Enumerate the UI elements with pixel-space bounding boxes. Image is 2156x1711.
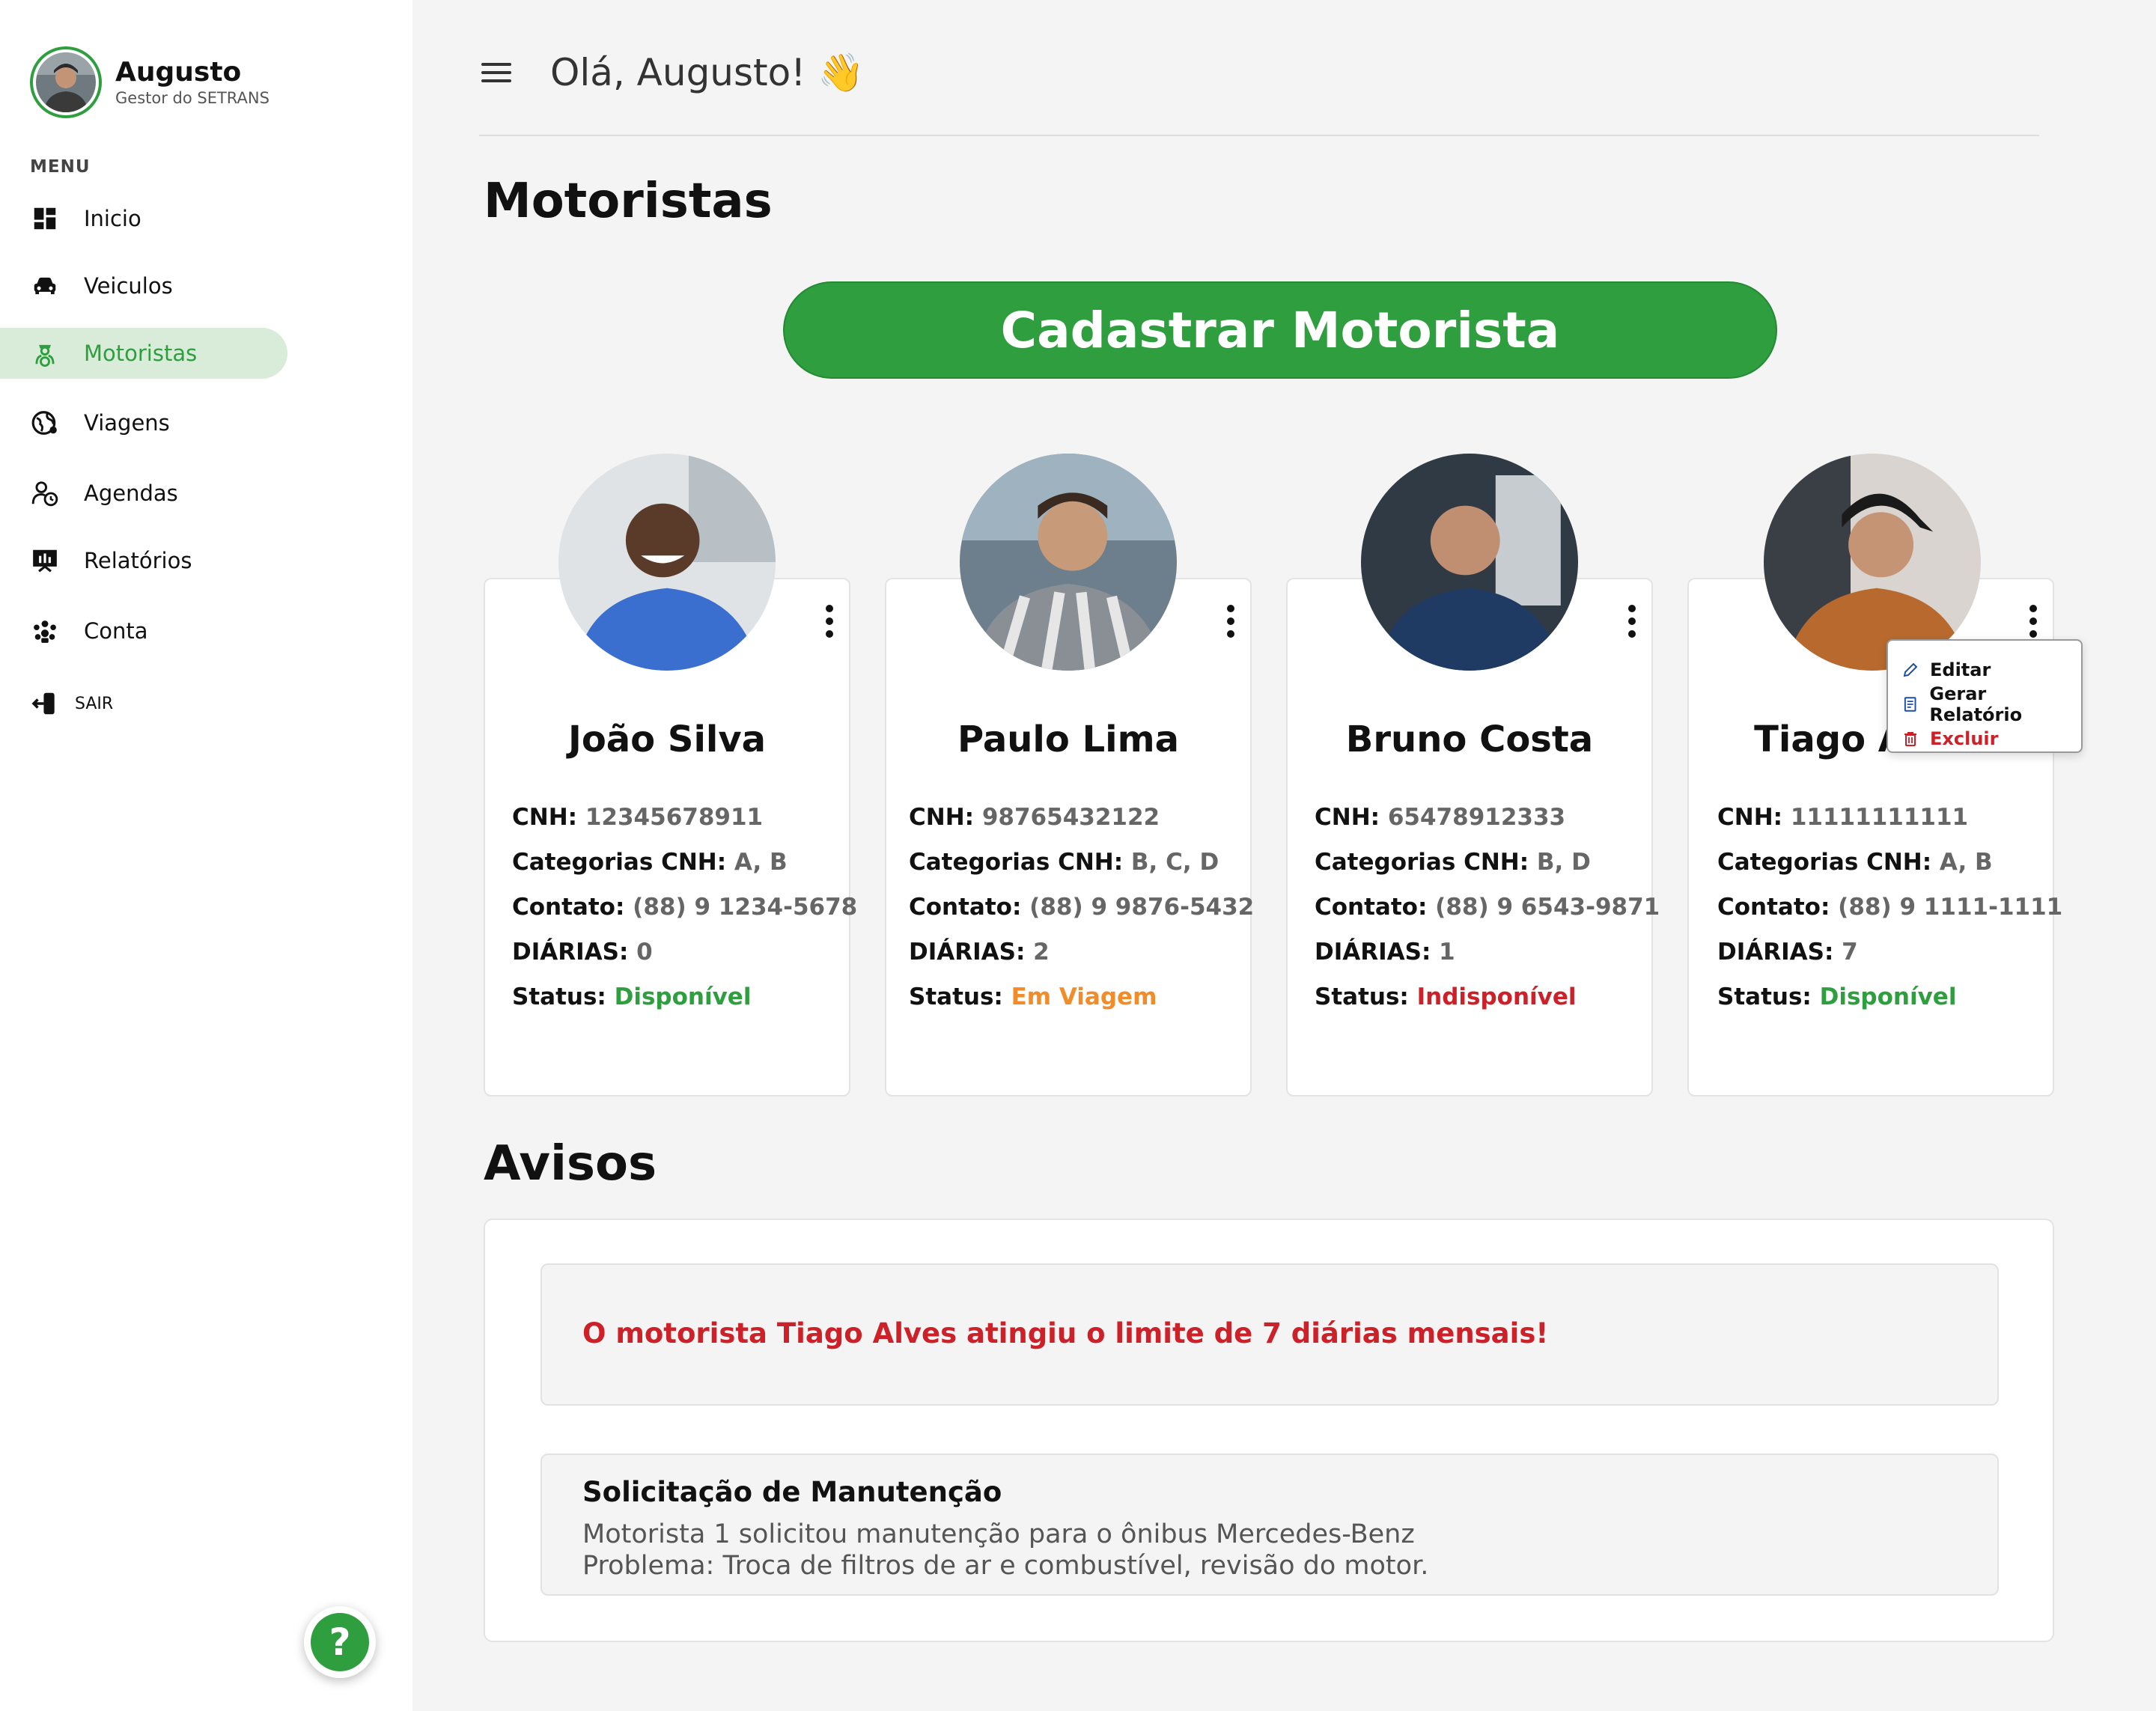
more-options-icon[interactable] (822, 605, 837, 638)
edit-menu-item[interactable]: Editar (1888, 653, 2081, 687)
sidebar-item-label: Agendas (84, 481, 178, 506)
driver-status: Status: Em Viagem (909, 983, 1157, 1010)
sidebar-item-viagens[interactable]: Viagens (0, 397, 287, 448)
user-profile[interactable]: Augusto Gestor do SETRANS (30, 46, 270, 118)
driver-cnh: CNH: 12345678911 (512, 804, 764, 831)
driver-daily-count: DIÁRIAS: 1 (1315, 939, 1455, 966)
driver-categories: Categorias CNH: B, C, D (909, 849, 1219, 876)
sidebar-item-label: Conta (84, 618, 148, 644)
driver-daily-count: DIÁRIAS: 2 (909, 939, 1050, 966)
driver-status: Status: Indisponível (1315, 983, 1577, 1010)
driver-daily-count: DIÁRIAS: 7 (1717, 939, 1858, 966)
greeting: Olá, Augusto! 👋 (550, 51, 865, 94)
driver-categories: Categorias CNH: A, B (512, 849, 788, 876)
sidebar-item-motoristas[interactable]: Motoristas (0, 328, 287, 379)
sidebar-item-label: Relatórios (84, 548, 192, 573)
driver-status: Status: Disponível (1717, 983, 1957, 1010)
driver-daily-count: DIÁRIAS: 0 (512, 939, 653, 966)
sidebar-item-label: Motoristas (84, 341, 198, 366)
driver-contact: Contato: (88) 9 6543-9871 (1315, 894, 1660, 921)
trash-icon (1904, 732, 1916, 746)
more-options-icon[interactable] (2026, 605, 2041, 638)
report-menu-item[interactable]: Gerar Relatório (1888, 683, 2081, 725)
dashboard-icon (30, 204, 60, 234)
sidebar: Augusto Gestor do SETRANS MENU Inicio Ve… (0, 0, 412, 1711)
driver-actions-menu: Editar Gerar Relatório Excluir (1886, 639, 2083, 753)
hamburger-menu-icon[interactable] (481, 63, 511, 87)
driver-photo (1361, 454, 1578, 671)
sidebar-item-label: Inicio (84, 206, 141, 231)
sidebar-item-agendas[interactable]: Agendas (0, 468, 287, 519)
logout-button[interactable]: SAIR (0, 678, 287, 729)
driver-name: Bruno Costa (1345, 719, 1594, 760)
sidebar-item-inicio[interactable]: Inicio (0, 193, 287, 244)
logout-icon (30, 689, 60, 719)
logout-label: SAIR (75, 694, 114, 713)
avatar (30, 46, 102, 118)
avisos-panel: O motorista Tiago Alves atingiu o limite… (484, 1219, 2054, 1642)
driver-cnh: CNH: 11111111111 (1717, 804, 1969, 831)
document-icon (1904, 697, 1916, 712)
alert-text: O motorista Tiago Alves atingiu o limite… (582, 1317, 1549, 1349)
help-icon: ? (311, 1613, 369, 1671)
sidebar-item-veiculos[interactable]: Veiculos (0, 260, 287, 311)
alert-notice: O motorista Tiago Alves atingiu o limite… (540, 1263, 1999, 1406)
page-title: Motoristas (484, 174, 773, 229)
car-icon (30, 271, 60, 301)
pencil-icon (1903, 662, 1918, 677)
driver-categories: Categorias CNH: A, B (1717, 849, 1993, 876)
sidebar-item-relatorios[interactable]: Relatórios (0, 535, 287, 586)
driver-name: João Silva (567, 719, 767, 760)
person-clock-icon (30, 478, 60, 508)
driver-contact: Contato: (88) 9 1234-5678 (512, 894, 858, 921)
driver-cnh: CNH: 65478912333 (1315, 804, 1566, 831)
presentation-chart-icon (30, 546, 60, 576)
driver-photo (960, 454, 1177, 671)
help-button[interactable]: ? (304, 1606, 376, 1678)
more-options-icon[interactable] (1624, 605, 1639, 638)
driver-categories: Categorias CNH: B, D (1315, 849, 1591, 876)
driver-icon (30, 338, 60, 368)
globe-icon (30, 408, 60, 438)
maintenance-notice: Solicitação de Manutenção Motorista 1 so… (540, 1454, 1999, 1596)
user-name: Augusto (115, 57, 242, 88)
sidebar-item-conta[interactable]: Conta (0, 606, 287, 656)
more-options-icon[interactable] (1223, 605, 1238, 638)
maintenance-title: Solicitação de Manutenção (582, 1476, 1002, 1508)
group-icon (30, 616, 60, 646)
register-driver-button[interactable]: Cadastrar Motorista (783, 281, 1777, 379)
delete-menu-item[interactable]: Excluir (1888, 722, 2081, 756)
driver-contact: Contato: (88) 9 1111-1111 (1717, 894, 2063, 921)
sidebar-item-label: Veiculos (84, 273, 173, 299)
sidebar-item-label: Viagens (84, 410, 170, 436)
driver-cnh: CNH: 98765432122 (909, 804, 1160, 831)
menu-label: MENU (30, 157, 91, 177)
user-role: Gestor do SETRANS (115, 89, 270, 107)
driver-name: Paulo Lima (957, 719, 1180, 760)
driver-photo (558, 454, 776, 671)
driver-status: Status: Disponível (512, 983, 752, 1010)
driver-photo (1764, 454, 1981, 671)
header-divider (479, 135, 2039, 136)
driver-contact: Contato: (88) 9 9876-5432 (909, 894, 1255, 921)
avisos-title: Avisos (484, 1136, 657, 1192)
maintenance-line: Problema: Troca de filtros de ar e combu… (582, 1551, 1429, 1581)
maintenance-line: Motorista 1 solicitou manutenção para o … (582, 1519, 1415, 1549)
